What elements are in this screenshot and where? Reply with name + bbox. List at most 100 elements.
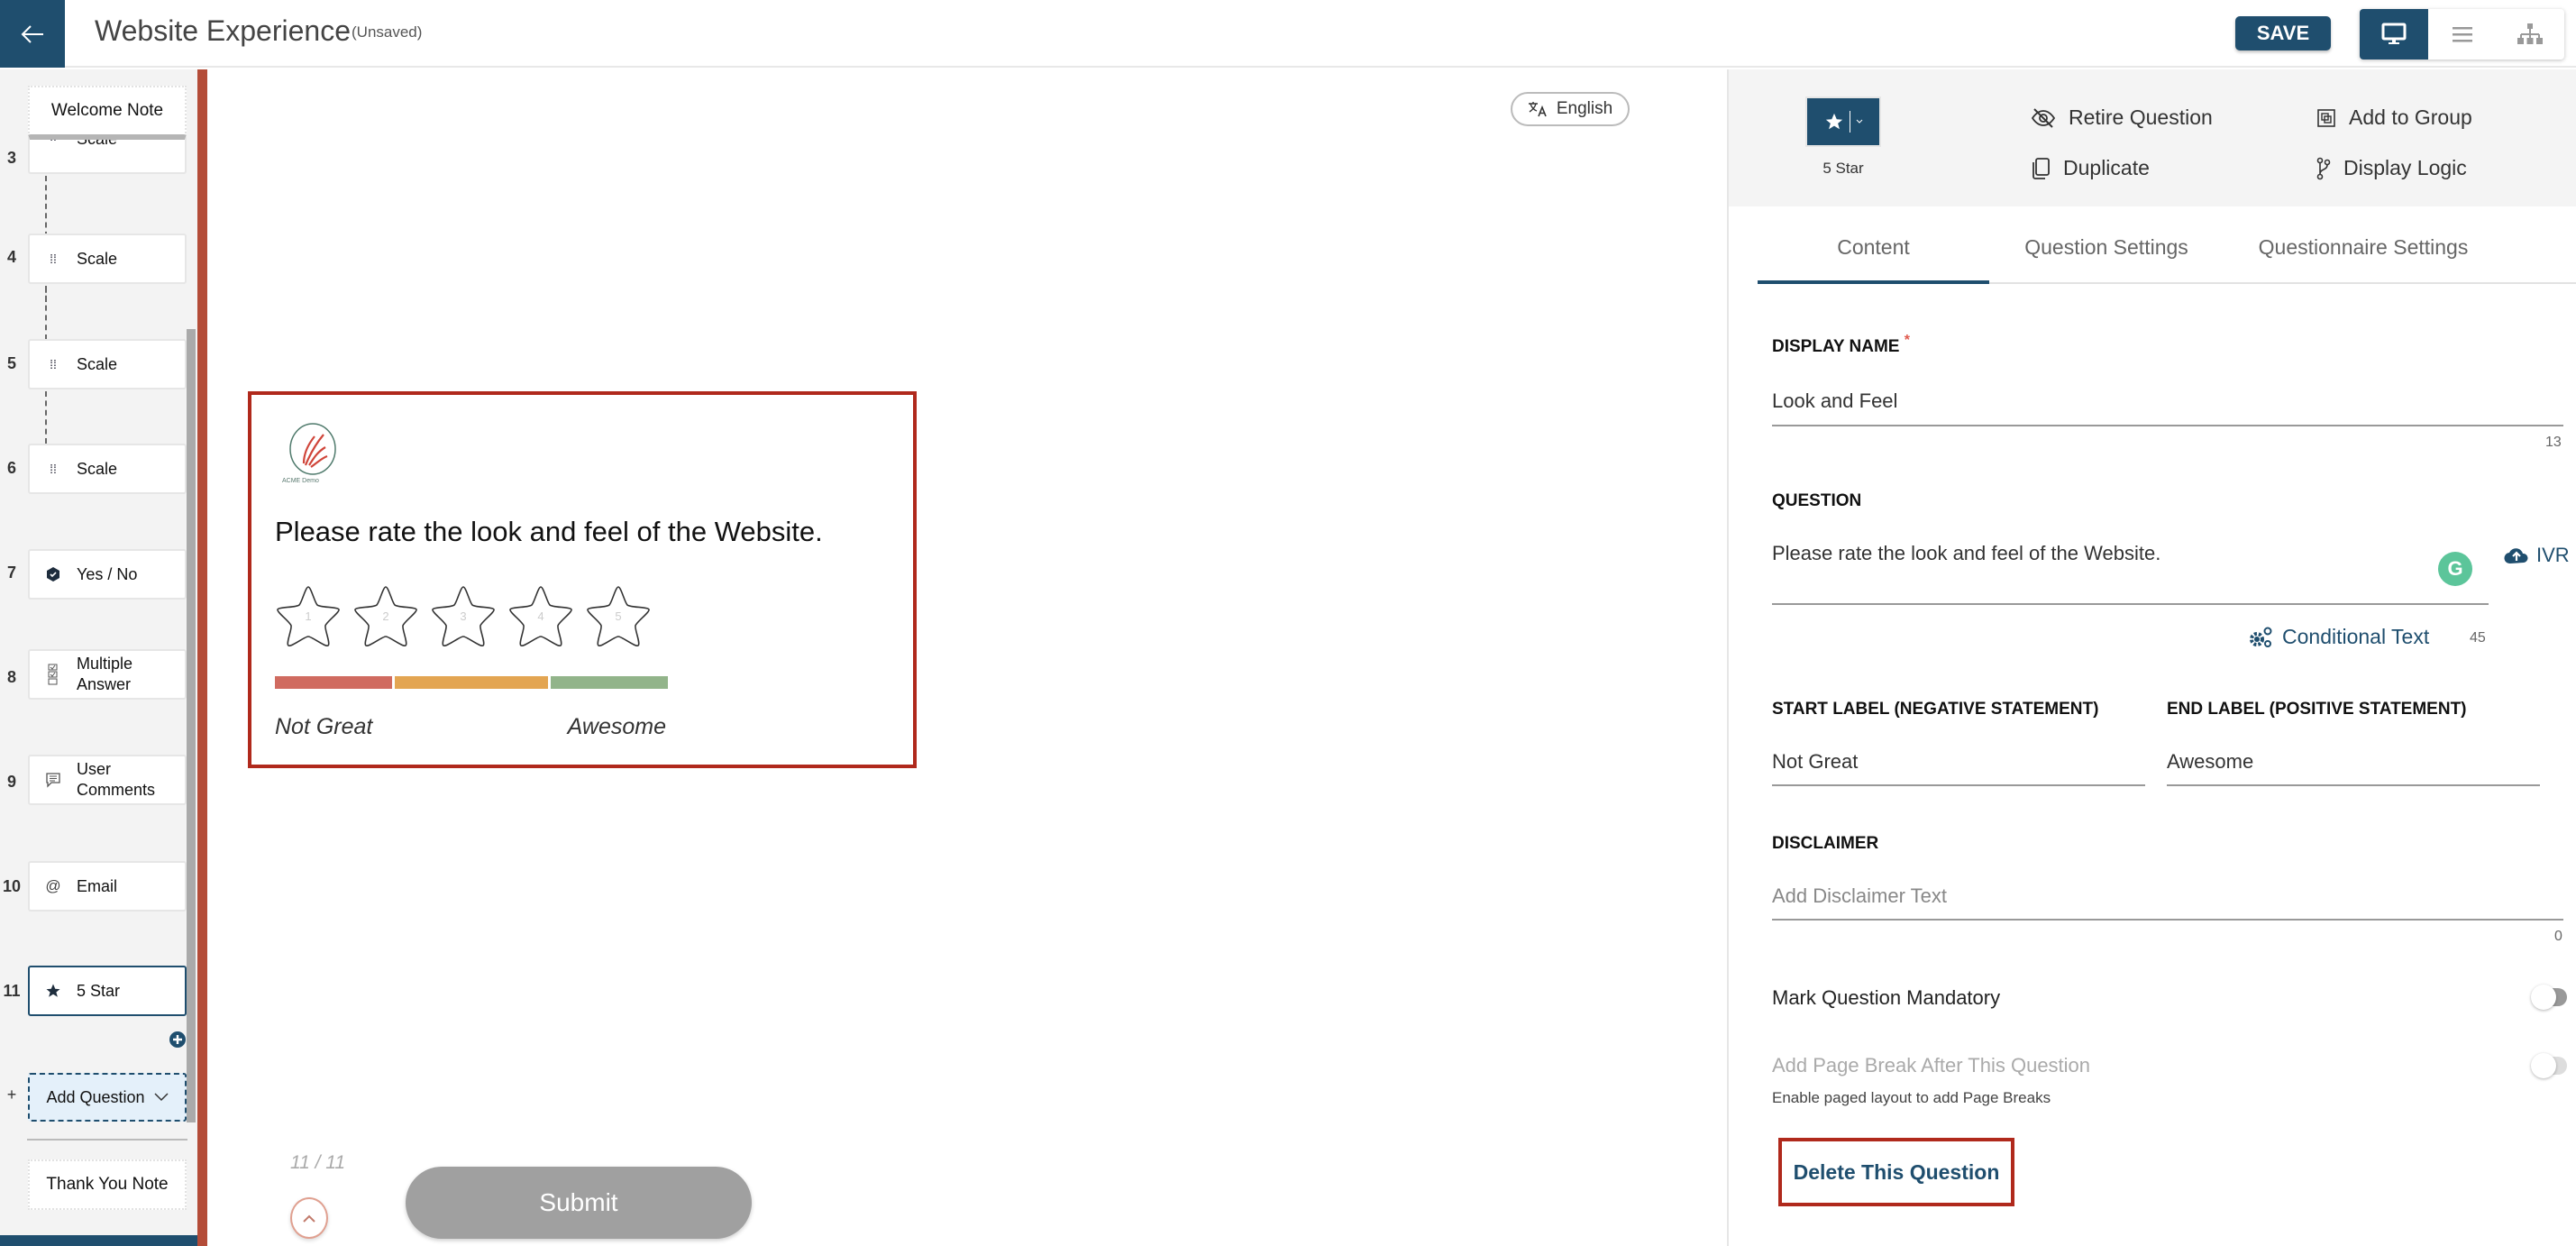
page-break-toggle[interactable] — [2531, 1053, 2567, 1078]
duplicate-label: Duplicate — [2063, 156, 2150, 179]
retire-question-button[interactable]: Retire Question — [2031, 105, 2213, 130]
toggle-knob — [2531, 1053, 2556, 1078]
list-icon — [2452, 27, 2472, 42]
rating-star[interactable]: 2 — [352, 584, 419, 647]
add-question-prefix: + — [6, 1086, 17, 1104]
sidebar-question-11[interactable]: 5 Star — [28, 966, 187, 1016]
branch-icon — [2316, 157, 2331, 179]
star-number: 5 — [615, 609, 622, 623]
question-label: User Comments — [77, 760, 156, 799]
rating-star[interactable]: 5 — [585, 584, 652, 647]
sidebar-question-3[interactable]: ⁞⁞ Scale — [28, 134, 187, 174]
rating-star[interactable]: 4 — [507, 584, 574, 647]
previous-question-button[interactable] — [290, 1197, 328, 1239]
scale-icon: ⁞⁞ — [50, 252, 57, 266]
sitemap-icon — [2517, 23, 2544, 44]
connector-line — [45, 286, 47, 340]
start-label-input[interactable]: Not Great — [1772, 750, 1858, 774]
start-label-underline — [1772, 784, 2145, 786]
sidebar-question-7[interactable]: Yes / No — [28, 549, 187, 600]
top-bar: Website Experience (Unsaved) SAVE — [0, 0, 2576, 68]
end-label-underline — [2167, 784, 2540, 786]
editor-toolbar: 5 Star Retire Question Add to Group Dupl… — [1729, 69, 2576, 206]
question-input[interactable]: Please rate the look and feel of the Web… — [1772, 542, 2160, 565]
welcome-note[interactable]: Welcome Note — [28, 86, 187, 136]
rating-star[interactable]: 1 — [275, 584, 342, 647]
tab-content[interactable]: Content — [1758, 230, 1989, 284]
divider — [27, 1139, 187, 1141]
tab-question-settings[interactable]: Question Settings — [1989, 230, 2224, 282]
toggle-knob — [2531, 985, 2556, 1010]
question-number: 4 — [6, 248, 16, 266]
sidebar-question-9[interactable]: User Comments — [28, 755, 187, 805]
submit-button[interactable]: Submit — [406, 1167, 752, 1239]
question-label: Scale — [77, 249, 118, 268]
scale-icon: ⁞⁞ — [50, 357, 57, 371]
page-title: Website Experience — [95, 14, 351, 47]
language-label: English — [1556, 99, 1613, 118]
add-after-button[interactable] — [169, 1031, 186, 1052]
add-question-dropdown[interactable]: Add Question — [28, 1073, 187, 1122]
star-number: 3 — [460, 609, 467, 623]
rating-star[interactable]: 3 — [430, 584, 497, 647]
display-logic-button[interactable]: Display Logic — [2316, 156, 2467, 180]
sidebar-question-4[interactable]: ⁞⁞ Scale — [28, 234, 187, 284]
scale-icon: ⁞⁞ — [50, 462, 57, 476]
page-break-label: Add Page Break After This Question — [1772, 1054, 2091, 1077]
mandatory-label: Mark Question Mandatory — [1772, 986, 2001, 1009]
display-name-underline — [1772, 425, 2563, 426]
tree-view-button[interactable] — [2496, 9, 2564, 60]
sidebar-question-6[interactable]: ⁞⁞ Scale — [28, 444, 187, 494]
question-number: 5 — [6, 354, 16, 372]
display-name-label: DISPLAY NAME * — [1772, 333, 1910, 357]
delete-question-button[interactable]: Delete This Question — [1778, 1138, 2014, 1206]
question-label: QUESTION — [1772, 491, 1862, 510]
comment-icon — [30, 772, 77, 788]
desktop-view-button[interactable] — [2360, 9, 2428, 60]
check-badge-icon — [30, 567, 77, 582]
monitor-icon — [2381, 23, 2407, 44]
end-label-input[interactable]: Awesome — [2167, 750, 2253, 774]
sidebar-question-5[interactable]: ⁞⁞ Scale — [28, 339, 187, 389]
editor-tabs: Content Question Settings Questionnaire … — [1758, 230, 2576, 284]
sentiment-bar-segment — [395, 676, 548, 689]
eye-slash-icon — [2031, 107, 2056, 128]
display-name-input[interactable]: Look and Feel — [1772, 389, 1897, 413]
group-icon — [2317, 108, 2335, 127]
tab-questionnaire-settings[interactable]: Questionnaire Settings — [2224, 230, 2503, 282]
duplicate-button[interactable]: Duplicate — [2031, 156, 2150, 180]
question-underline — [1772, 603, 2489, 605]
chevron-up-icon — [303, 1214, 315, 1223]
sidebar-question-8[interactable]: Multiple Answer — [28, 649, 187, 700]
add-to-group-label: Add to Group — [2349, 105, 2472, 129]
disclaimer-input[interactable]: Add Disclaimer Text — [1772, 884, 1947, 908]
sidebar-scrollbar[interactable] — [187, 329, 196, 1122]
conditional-text-button[interactable]: Conditional Text — [2248, 625, 2429, 649]
sidebar-question-10[interactable]: @ Email — [28, 861, 187, 912]
add-question-label: Add Question — [46, 1087, 145, 1106]
page-break-hint: Enable paged layout to add Page Breaks — [1772, 1089, 2051, 1106]
checkbox-list-icon — [30, 664, 77, 685]
question-type-dropdown[interactable] — [1805, 96, 1881, 147]
save-button[interactable]: SAVE — [2235, 16, 2331, 50]
add-to-group-button[interactable]: Add to Group — [2316, 105, 2472, 130]
question-label: Multiple Answer — [77, 655, 133, 693]
question-number: 3 — [6, 149, 16, 167]
question-label: Scale — [77, 354, 118, 373]
list-view-button[interactable] — [2428, 9, 2497, 60]
question-number: 6 — [6, 459, 16, 477]
question-number: 8 — [6, 668, 16, 686]
start-label-field-label: START LABEL (NEGATIVE STATEMENT) — [1772, 700, 2099, 719]
mandatory-toggle[interactable] — [2531, 985, 2567, 1010]
question-label: 5 Star — [77, 981, 121, 1000]
question-number: 11 — [3, 982, 21, 1000]
star-number: 4 — [537, 609, 544, 623]
cloud-upload-icon — [2504, 548, 2528, 564]
back-button[interactable] — [0, 0, 65, 68]
sentiment-bar — [275, 676, 668, 689]
end-label-field-label: END LABEL (POSITIVE STATEMENT) — [2167, 700, 2467, 719]
language-selector[interactable]: English — [1511, 92, 1630, 126]
ivr-upload-button[interactable]: IVR — [2504, 544, 2570, 567]
thank-you-note[interactable]: Thank You Note — [28, 1159, 187, 1210]
grammarly-button[interactable]: G — [2438, 552, 2472, 586]
